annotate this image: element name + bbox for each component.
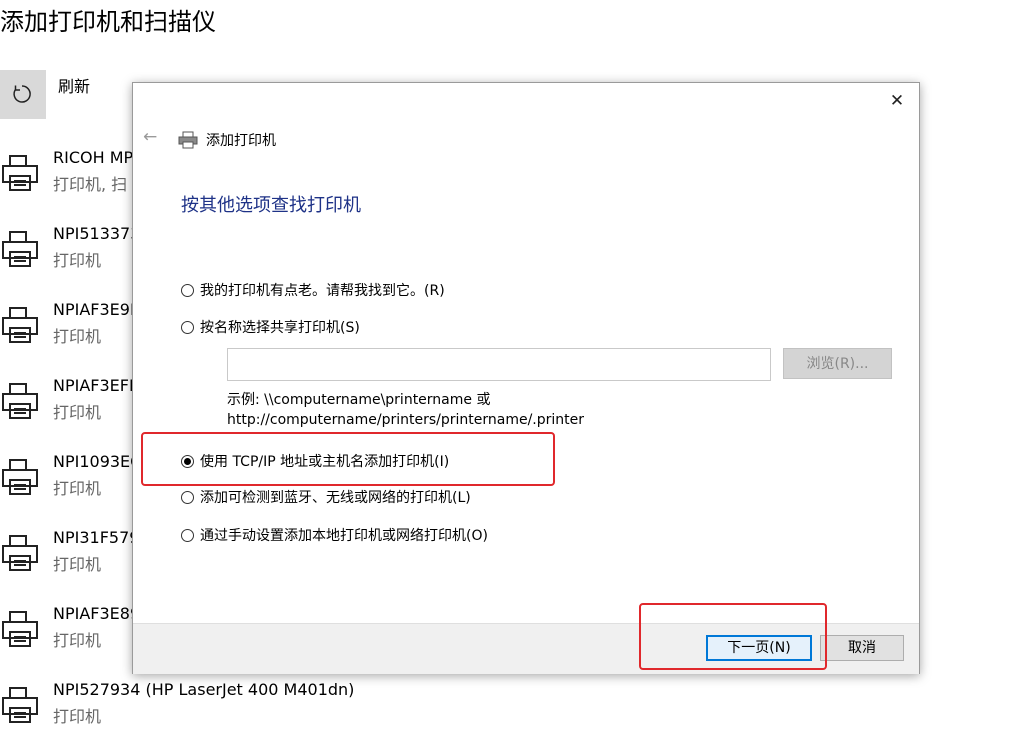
printer-item[interactable]: NPI1093EC 打印机	[0, 452, 141, 524]
printer-type: 打印机	[53, 403, 102, 422]
dialog-footer: 下一页(N) 取消	[133, 623, 919, 674]
printer-name: NPIAF3E89	[53, 604, 141, 623]
example-line-1: 示例: \\computername\printername 或	[227, 392, 491, 408]
page-title: 添加打印机和扫描仪	[0, 8, 216, 36]
printer-type: 打印机	[53, 631, 102, 650]
printer-name: NPI31F579	[53, 528, 140, 547]
printer-type: 打印机	[53, 479, 102, 498]
option-tcpip[interactable]: 使用 TCP/IP 地址或主机名添加打印机(I)	[181, 451, 449, 471]
option-shared-by-name[interactable]: 按名称选择共享打印机(S)	[181, 317, 360, 337]
option-old-printer[interactable]: 我的打印机有点老。请帮我找到它。(R)	[181, 280, 445, 300]
refresh-icon	[13, 85, 31, 103]
printer-icon	[2, 611, 38, 647]
printer-name: NPI1093EC	[53, 452, 142, 471]
printer-item[interactable]: NPIAF3EFE 打印机	[0, 376, 139, 448]
printer-name: NPIAF3EFE	[53, 376, 140, 395]
printer-item[interactable]: NPIAF3E89 打印机	[0, 604, 140, 676]
printer-name: NPI513373	[53, 224, 141, 243]
radio-button[interactable]	[181, 528, 194, 542]
back-arrow-icon[interactable]: ←	[143, 127, 157, 147]
printer-item[interactable]: NPIAF3E9D 打印机	[0, 300, 142, 372]
radio-button[interactable]	[181, 490, 194, 504]
radio-button[interactable]	[181, 283, 194, 297]
printer-icon	[178, 131, 198, 149]
example-text: 示例: \\computername\printername 或 http://…	[227, 390, 584, 430]
printer-type: 打印机	[53, 555, 102, 574]
printer-icon	[2, 535, 38, 571]
printer-name: NPI527934 (HP LaserJet 400 M401dn)	[53, 680, 355, 699]
printer-item[interactable]: NPI513373 打印机	[0, 224, 140, 296]
option-label: 按名称选择共享打印机(S)	[200, 320, 360, 336]
share-printer-name-input[interactable]	[227, 348, 771, 381]
close-icon[interactable]: ✕	[885, 89, 909, 113]
radio-button[interactable]	[181, 320, 194, 334]
example-line-2: http://computername/printers/printername…	[227, 412, 585, 428]
refresh-label: 刷新	[58, 77, 91, 96]
printer-type: 打印机, 扫	[53, 175, 128, 194]
printer-icon	[2, 307, 38, 343]
printer-icon	[2, 687, 38, 723]
option-label: 添加可检测到蓝牙、无线或网络的打印机(L)	[200, 490, 471, 506]
dialog-title: 添加打印机	[206, 133, 276, 149]
refresh-button[interactable]	[0, 70, 46, 119]
option-discoverable[interactable]: 添加可检测到蓝牙、无线或网络的打印机(L)	[181, 487, 471, 507]
printer-name: NPIAF3E9D	[53, 300, 143, 319]
option-label: 通过手动设置添加本地打印机或网络打印机(O)	[200, 528, 488, 544]
printer-item[interactable]: NPI31F579 打印机	[0, 528, 139, 600]
browse-button[interactable]: 浏览(R)...	[783, 348, 892, 379]
printer-type: 打印机	[53, 251, 102, 270]
cancel-button[interactable]: 取消	[820, 635, 904, 661]
printer-icon	[2, 231, 38, 267]
option-label: 使用 TCP/IP 地址或主机名添加打印机(I)	[200, 454, 450, 470]
printer-icon	[2, 383, 38, 419]
printer-name: RICOH MP	[53, 148, 134, 167]
dialog-heading: 按其他选项查找打印机	[181, 195, 361, 216]
option-label: 我的打印机有点老。请帮我找到它。(R)	[200, 283, 445, 299]
option-manual[interactable]: 通过手动设置添加本地打印机或网络打印机(O)	[181, 525, 488, 545]
next-button[interactable]: 下一页(N)	[706, 635, 812, 661]
printer-item[interactable]: NPI527934 (HP LaserJet 400 M401dn) 打印机	[0, 680, 400, 752]
printer-type: 打印机	[53, 327, 102, 346]
add-printer-dialog: ✕ ← 添加打印机 按其他选项查找打印机 我的打印机有点老。请帮我找到它。(R)…	[132, 82, 920, 674]
radio-button[interactable]	[181, 454, 194, 468]
printer-icon	[2, 155, 38, 191]
printer-item[interactable]: RICOH MP 打印机, 扫	[0, 148, 134, 220]
printer-icon	[2, 459, 38, 495]
printer-type: 打印机	[53, 707, 102, 726]
